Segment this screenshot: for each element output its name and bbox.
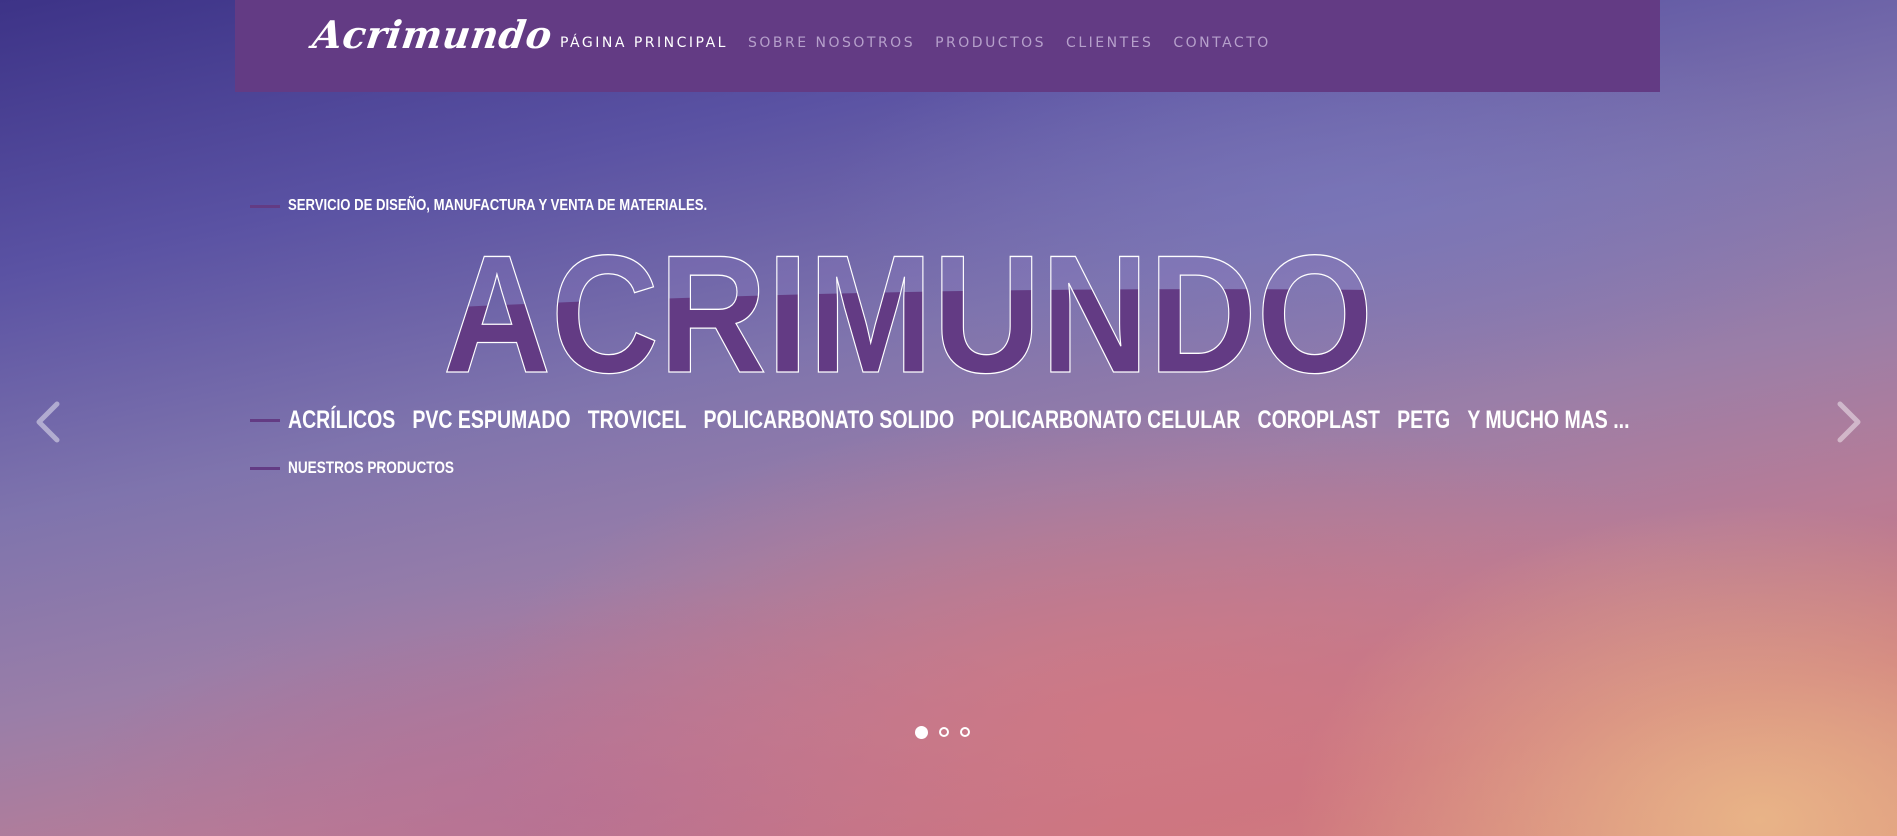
cta-label[interactable]: NUESTROS PRODUCTOS xyxy=(288,458,454,478)
hero-title-outline: ACRIMUNDO xyxy=(443,230,1373,380)
nav-item-pagina-principal[interactable]: PÁGINA PRINCIPAL xyxy=(560,35,728,51)
slider-dot-2[interactable] xyxy=(939,727,949,737)
hero-title: ACRIMUNDO ACRIMUNDO xyxy=(442,230,1374,380)
product-trovicel: TROVICEL xyxy=(587,406,687,434)
slider-dots xyxy=(915,726,970,739)
product-acrilicos: ACRÍLICOS xyxy=(288,406,396,434)
tagline-row: SERVICIO DE DISEÑO, MANUFACTURA Y VENTA … xyxy=(250,197,799,215)
product-policarbonato-celular: POLICARBONATO CELULAR xyxy=(971,406,1241,434)
products-row: ACRÍLICOS PVC ESPUMADO TROVICEL POLICARB… xyxy=(250,406,1897,435)
product-pvc-espumado: PVC ESPUMADO xyxy=(412,406,571,434)
site-header: Acrimundo PÁGINA PRINCIPAL SOBRE NOSOTRO… xyxy=(235,0,1660,92)
cta-link[interactable]: NUESTROS PRODUCTOS xyxy=(250,458,496,478)
chevron-right-icon[interactable] xyxy=(1834,400,1864,444)
slider-dot-1[interactable] xyxy=(915,726,928,739)
product-list: ACRÍLICOS PVC ESPUMADO TROVICEL POLICARB… xyxy=(288,406,1629,435)
hero-tagline: SERVICIO DE DISEÑO, MANUFACTURA Y VENTA … xyxy=(288,197,708,214)
product-coroplast: COROPLAST xyxy=(1257,406,1380,434)
nav-item-clientes[interactable]: CLIENTES xyxy=(1066,35,1153,51)
nav-item-sobre-nosotros[interactable]: SOBRE NOSOTROS xyxy=(748,35,915,51)
nav-item-productos[interactable]: PRODUCTOS xyxy=(935,35,1046,51)
product-y-mucho-mas: Y MUCHO MAS ... xyxy=(1467,406,1630,434)
product-petg: PETG xyxy=(1397,406,1451,434)
product-policarbonato-solido: POLICARBONATO SOLIDO xyxy=(703,406,955,434)
nav-item-contacto[interactable]: CONTACTO xyxy=(1173,35,1270,51)
slider-dot-3[interactable] xyxy=(960,727,970,737)
tagline-dash xyxy=(250,204,280,208)
cta-dash xyxy=(250,466,280,470)
chevron-left-icon[interactable] xyxy=(33,400,63,444)
main-nav: PÁGINA PRINCIPAL SOBRE NOSOTROS PRODUCTO… xyxy=(560,35,1271,51)
products-dash xyxy=(250,419,280,422)
logo[interactable]: Acrimundo xyxy=(310,12,555,57)
page: Acrimundo PÁGINA PRINCIPAL SOBRE NOSOTRO… xyxy=(0,0,1897,836)
